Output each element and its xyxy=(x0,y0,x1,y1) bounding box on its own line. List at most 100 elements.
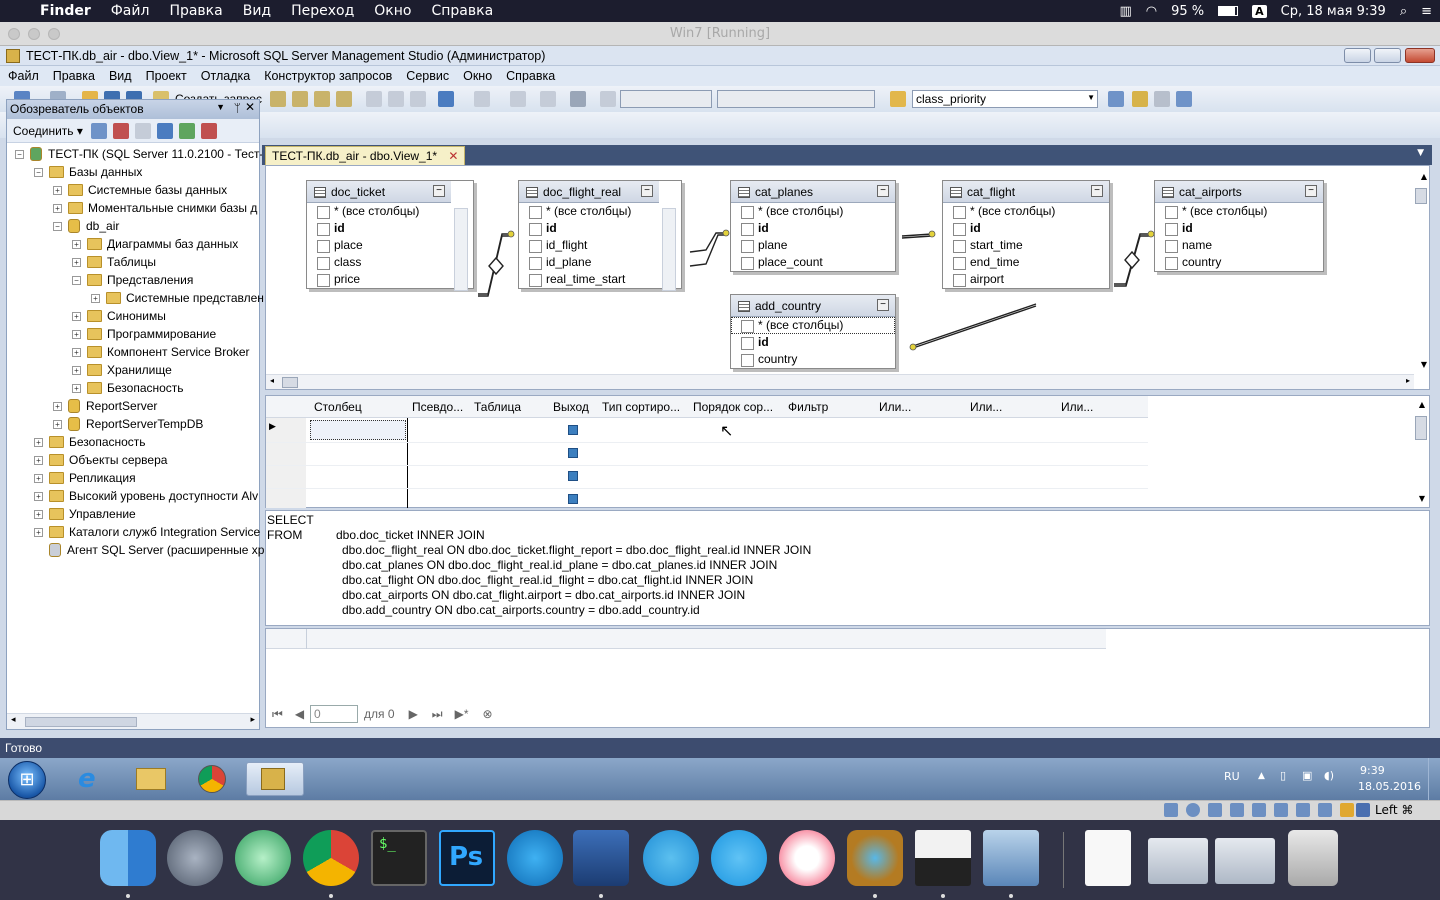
find-combo[interactable]: class_priority ▼ xyxy=(912,90,1098,108)
new-record-icon[interactable]: ▶* xyxy=(455,707,469,721)
menu-go[interactable]: Переход xyxy=(291,3,354,19)
vertical-scrollbar-thumb[interactable] xyxy=(1415,416,1427,440)
vertical-scrollbar-thumb[interactable] xyxy=(1415,188,1427,204)
optical-drive-icon[interactable] xyxy=(1186,803,1200,817)
tree-node[interactable]: + Системные представлен xyxy=(91,289,264,307)
expand-icon[interactable]: + xyxy=(34,473,43,483)
scrollbar-thumb[interactable] xyxy=(25,717,137,727)
col-header-sort-order[interactable]: Порядок сор... xyxy=(693,400,773,414)
network-adapter-icon[interactable] xyxy=(1230,803,1244,817)
removable-device-icon[interactable]: ▯ xyxy=(1280,769,1286,782)
menu-file[interactable]: Файл xyxy=(8,69,39,83)
clock[interactable]: Ср, 18 мая 9:39 xyxy=(1281,4,1386,19)
expand-icon[interactable]: + xyxy=(72,329,81,339)
column-checkbox-row[interactable]: id xyxy=(519,220,659,237)
diagram-horizontal-scrollbar[interactable]: ◂ ▸ xyxy=(266,374,1414,389)
scroll-down-icon[interactable]: ▼ xyxy=(1421,360,1427,369)
table-box-cat-flight[interactable]: cat_flight − * (все столбцы) id start_time en… xyxy=(942,180,1110,289)
column-checkbox-row[interactable]: id_flight xyxy=(519,237,659,254)
twitter-icon[interactable] xyxy=(711,830,767,886)
refresh-icon[interactable] xyxy=(179,123,195,139)
column-checkbox-row[interactable]: id xyxy=(731,334,895,351)
copy-icon[interactable] xyxy=(388,91,404,107)
document-icon[interactable] xyxy=(1085,830,1131,886)
explorer-icon[interactable] xyxy=(126,762,176,796)
output-checkbox[interactable] xyxy=(568,448,578,458)
column-checkbox-row[interactable]: * (все столбцы) xyxy=(943,203,1109,220)
expand-icon[interactable]: + xyxy=(34,527,43,537)
trash-icon[interactable] xyxy=(1288,830,1338,886)
column-checkbox-row[interactable]: airport xyxy=(943,271,1109,288)
output-checkbox[interactable] xyxy=(568,471,578,481)
solution-config-dropdown[interactable] xyxy=(620,90,712,108)
menu-view[interactable]: Вид xyxy=(243,3,271,19)
column-checkbox-row[interactable]: class xyxy=(307,254,451,271)
menu-project[interactable]: Проект xyxy=(146,69,187,83)
tree-node[interactable]: + ReportServerTempDB xyxy=(53,415,203,433)
table-scrollbar[interactable] xyxy=(454,208,468,291)
table-header[interactable]: cat_flight − xyxy=(943,181,1109,203)
close-tab-icon[interactable]: ✕ xyxy=(448,149,458,163)
col-header-output[interactable]: Выход xyxy=(553,400,589,414)
collapse-table-icon[interactable]: − xyxy=(877,185,889,197)
table-header[interactable]: doc_flight_real − xyxy=(519,181,659,203)
table-header[interactable]: cat_planes − xyxy=(731,181,895,203)
navigate-back-icon[interactable] xyxy=(510,91,526,107)
sql-pane[interactable]: SELECT FROM dbo.doc_ticket INNER JOIN db… xyxy=(265,510,1430,626)
language-indicator[interactable]: RU xyxy=(1224,770,1240,783)
col-header-table[interactable]: Таблица xyxy=(474,400,521,414)
finder-icon[interactable] xyxy=(100,830,156,886)
terminal-icon[interactable]: $_ xyxy=(371,830,427,886)
display-icon[interactable] xyxy=(1296,803,1310,817)
print-icon[interactable] xyxy=(570,91,586,107)
filter-icon[interactable] xyxy=(157,123,173,139)
mouse-integration-icon[interactable] xyxy=(1356,803,1370,817)
output-checkbox[interactable] xyxy=(568,425,578,435)
tree-node[interactable]: + Системные базы данных xyxy=(53,181,227,199)
column-checkbox-row[interactable]: * (все столбцы) xyxy=(1155,203,1323,220)
menu-query-designer[interactable]: Конструктор запросов xyxy=(264,69,392,83)
tree-node[interactable]: + Синонимы xyxy=(72,307,166,325)
tree-node[interactable]: + ReportServer xyxy=(53,397,157,415)
minimize-button[interactable] xyxy=(1344,48,1371,63)
expand-icon[interactable]: + xyxy=(34,509,43,519)
scrollbar-thumb[interactable] xyxy=(282,377,298,388)
record-number-input[interactable]: 0 xyxy=(310,705,359,723)
collapse-table-icon[interactable]: − xyxy=(877,299,889,311)
tab-list-dropdown-icon[interactable]: ▼ xyxy=(1417,148,1424,158)
next-record-icon[interactable]: ▶ xyxy=(409,707,418,721)
pane-menu-icon[interactable]: ▼ xyxy=(216,102,225,112)
column-checkbox-row[interactable]: name xyxy=(1155,237,1323,254)
itunes-icon[interactable] xyxy=(779,830,835,886)
hearthstone-icon[interactable] xyxy=(847,830,903,886)
tree-node[interactable]: + Программирование xyxy=(72,325,216,343)
expand-icon[interactable]: + xyxy=(72,383,81,393)
minimized-window-2[interactable] xyxy=(1215,838,1275,884)
ssms-taskbar-icon[interactable] xyxy=(246,762,304,796)
taskbar-date[interactable]: 18.05.2016 xyxy=(1358,780,1421,793)
tree-node[interactable]: + Репликация xyxy=(34,469,136,487)
show-hidden-icons-icon[interactable]: ▲ xyxy=(1258,771,1265,781)
redo-icon[interactable] xyxy=(474,91,490,107)
tree-node[interactable]: − Представления xyxy=(72,271,193,289)
input-source-indicator[interactable]: A xyxy=(1252,4,1267,18)
expand-icon[interactable]: + xyxy=(53,401,62,411)
menu-debug[interactable]: Отладка xyxy=(201,69,250,83)
column-checkbox-row[interactable]: start_time xyxy=(943,237,1109,254)
collapse-table-icon[interactable]: − xyxy=(1305,185,1317,197)
scroll-left-icon[interactable]: ◂ xyxy=(270,376,274,385)
expand-icon[interactable]: + xyxy=(34,455,43,465)
table-box-add-country[interactable]: add_country − * (все столбцы) id country xyxy=(730,294,896,369)
collapse-icon[interactable]: − xyxy=(34,167,43,177)
expand-icon[interactable]: + xyxy=(72,311,81,321)
show-desktop-button[interactable] xyxy=(1428,758,1440,800)
column-checkbox-row[interactable]: real_time_start xyxy=(519,271,659,288)
tree-node[interactable]: − ТЕСТ-ПК (SQL Server 11.0.2100 - Тест-П xyxy=(15,145,272,163)
minimized-window-1[interactable] xyxy=(1148,838,1208,884)
stop-icon[interactable] xyxy=(135,123,151,139)
menu-window[interactable]: Окно xyxy=(374,3,411,19)
tab-view-designer[interactable]: ТЕСТ-ПК.db_air - dbo.View_1* ✕ xyxy=(265,146,466,165)
platform-dropdown[interactable] xyxy=(717,90,875,108)
expand-icon[interactable]: + xyxy=(72,257,81,267)
menu-view[interactable]: Вид xyxy=(109,69,132,83)
